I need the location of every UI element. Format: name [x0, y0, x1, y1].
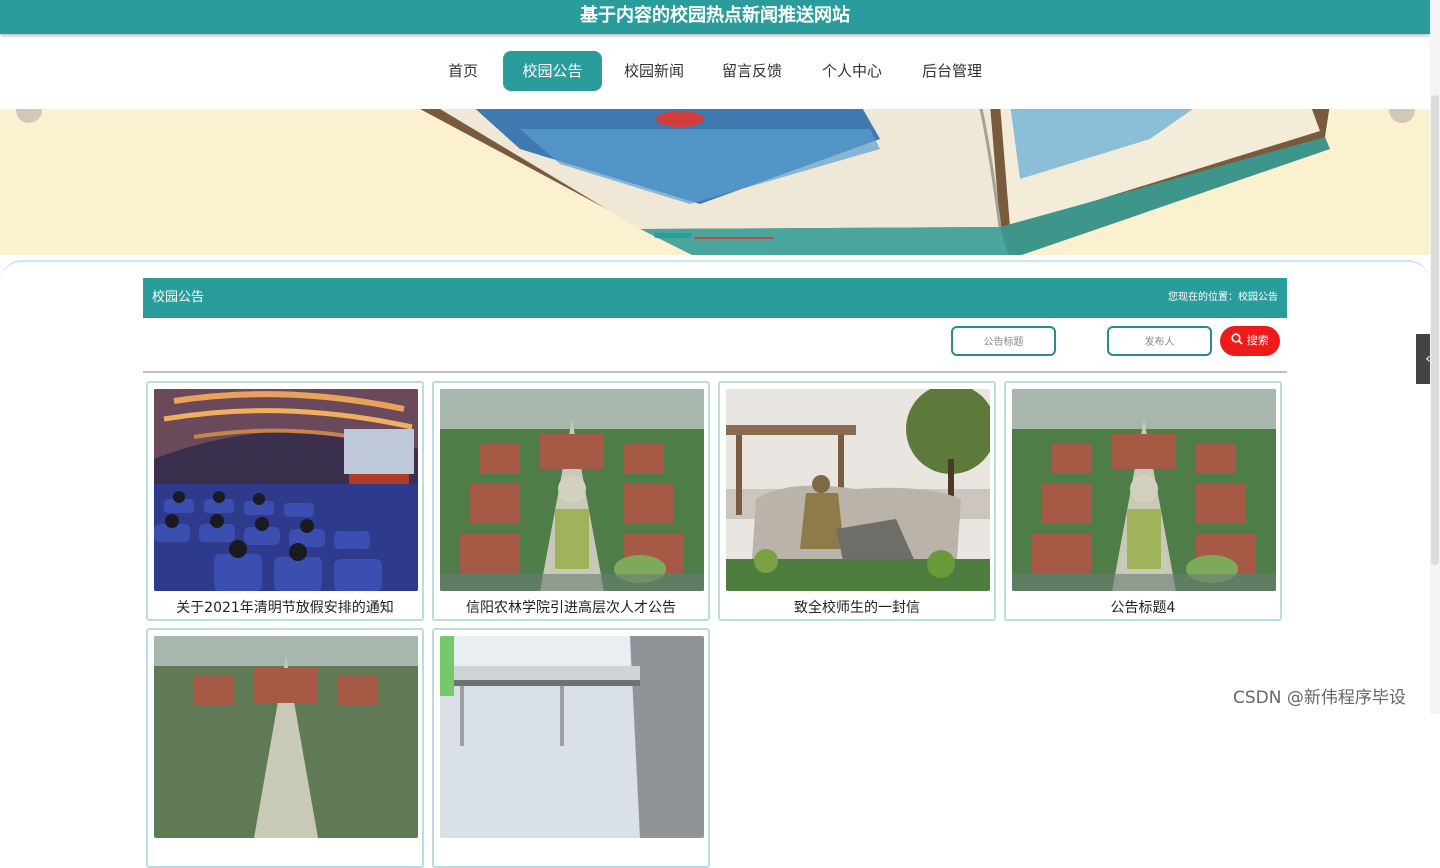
main-nav: 首页 校园公告 校园新闻 留言反馈 个人中心 后台管理 — [0, 50, 1430, 94]
section-title: 校园公告 — [152, 290, 205, 305]
banner-book-illustration — [420, 109, 1330, 255]
section-header: 校园公告 您现在的位置：校园公告 — [143, 278, 1287, 318]
announcement-image — [726, 389, 990, 591]
watermark: CSDN @新伟程序毕设 — [1233, 688, 1406, 708]
announcement-title[interactable]: 致全校师生的一封信 — [720, 597, 994, 617]
announcement-image — [440, 389, 704, 591]
nav-item-feedback[interactable]: 留言反馈 — [716, 51, 788, 91]
announcement-image — [154, 389, 418, 591]
nav-item-admin[interactable]: 后台管理 — [916, 51, 988, 91]
announcement-card[interactable]: 致全校师生的一封信 — [718, 381, 996, 621]
nav-item-home[interactable]: 首页 — [438, 51, 488, 91]
banner-carousel[interactable] — [0, 109, 1430, 255]
announcement-image — [440, 636, 704, 838]
search-button-label: 搜索 — [1246, 334, 1269, 347]
carousel-indicator-line[interactable] — [694, 237, 774, 239]
nav-item-campus-news[interactable]: 校园新闻 — [618, 51, 690, 91]
announcement-card[interactable]: 公告标题4 — [1004, 381, 1282, 621]
announcement-image — [154, 636, 418, 838]
page-scrollbar-thumb[interactable] — [1431, 95, 1439, 565]
announcement-title[interactable]: 公告标题4 — [1006, 597, 1280, 617]
nav-item-profile[interactable]: 个人中心 — [816, 51, 888, 91]
carousel-indicator-active[interactable] — [654, 233, 692, 238]
title-search-input[interactable]: 公告标题 — [951, 326, 1056, 356]
divider — [143, 371, 1287, 373]
breadcrumb: 您现在的位置：校园公告 — [1168, 292, 1278, 303]
announcement-card[interactable] — [432, 628, 710, 868]
announcement-title[interactable]: 信阳农林学院引进高层次人才公告 — [434, 597, 708, 617]
announcement-card[interactable]: 信阳农林学院引进高层次人才公告 — [432, 381, 710, 621]
search-icon — [1231, 333, 1243, 345]
announcement-card[interactable] — [146, 628, 424, 868]
site-title: 基于内容的校园热点新闻推送网站 — [580, 5, 850, 26]
search-button[interactable]: 搜索 — [1220, 326, 1280, 356]
site-title-bar: 基于内容的校园热点新闻推送网站 — [0, 0, 1430, 34]
nav-item-announcements[interactable]: 校园公告 — [503, 51, 602, 91]
announcement-card[interactable]: 关于2021年清明节放假安排的通知 — [146, 381, 424, 621]
publisher-search-input[interactable]: 发布人 — [1107, 326, 1212, 356]
announcement-image — [1012, 389, 1276, 591]
announcement-title[interactable]: 关于2021年清明节放假安排的通知 — [148, 597, 422, 617]
